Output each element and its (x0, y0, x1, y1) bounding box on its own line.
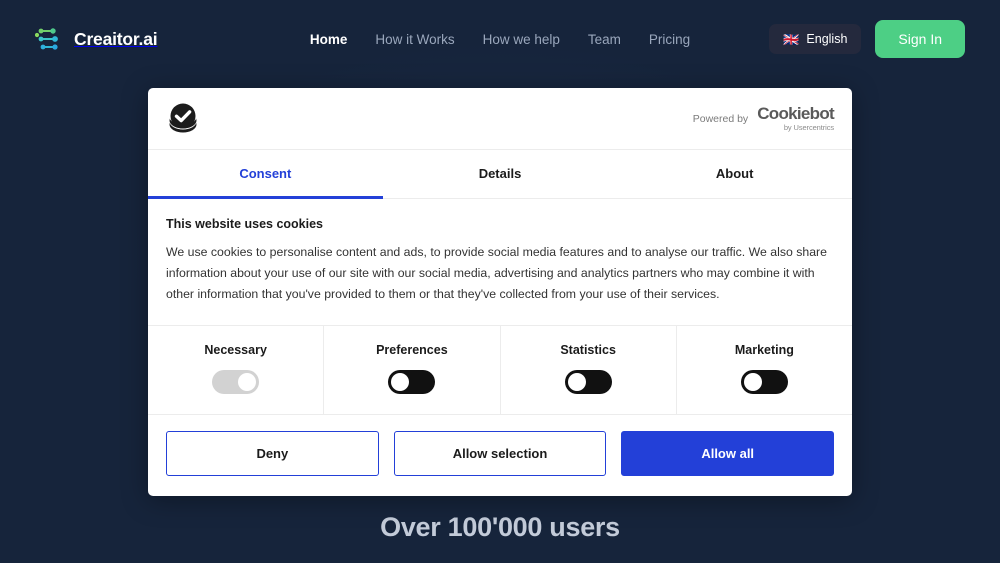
category-label-marketing: Marketing (735, 343, 794, 357)
nav-link-how-we-help[interactable]: How we help (483, 32, 560, 47)
cookiebot-name: Cookiebot (757, 105, 834, 122)
tab-consent[interactable]: Consent (148, 150, 383, 199)
hero-tagline: Over 100'000 users (0, 512, 1000, 543)
allow-selection-button[interactable]: Allow selection (394, 431, 607, 476)
powered-by-label: Powered by (693, 113, 748, 125)
category-label-preferences: Preferences (376, 343, 448, 357)
cookiebot-wordmark: Cookiebot by Usercentrics (757, 105, 834, 132)
dialog-body: This website uses cookies We use cookies… (148, 199, 852, 326)
header-actions: 🇬🇧 English Sign In (769, 20, 965, 58)
cookie-consent-dialog: Powered by Cookiebot by Usercentrics Con… (148, 88, 852, 496)
cookiebot-cookie-check-icon (166, 102, 200, 136)
tab-details[interactable]: Details (383, 150, 618, 199)
powered-by-block: Powered by Cookiebot by Usercentrics (693, 105, 834, 132)
category-label-necessary: Necessary (204, 343, 267, 357)
toggle-necessary (212, 370, 259, 394)
dialog-description: We use cookies to personalise content an… (166, 242, 834, 305)
language-selector[interactable]: 🇬🇧 English (769, 24, 861, 54)
site-header: Creaitor.ai Home How it Works How we hel… (0, 0, 1000, 78)
brand-name: Creaitor.ai (74, 29, 157, 50)
nav-link-home[interactable]: Home (310, 32, 348, 47)
dialog-tabs: Consent Details About (148, 150, 852, 199)
nav-link-team[interactable]: Team (588, 32, 621, 47)
toggle-knob (568, 373, 586, 391)
cookiebot-subtitle: by Usercentrics (784, 123, 834, 132)
toggle-knob (391, 373, 409, 391)
toggle-marketing[interactable] (741, 370, 788, 394)
node-graph-logo-icon (35, 26, 63, 52)
tab-about[interactable]: About (617, 150, 852, 199)
dialog-header: Powered by Cookiebot by Usercentrics (148, 88, 852, 150)
nav-link-pricing[interactable]: Pricing (649, 32, 690, 47)
nav-link-how-it-works[interactable]: How it Works (375, 32, 454, 47)
uk-flag-icon: 🇬🇧 (783, 33, 799, 46)
toggle-knob (238, 373, 256, 391)
category-label-statistics: Statistics (560, 343, 616, 357)
toggle-preferences[interactable] (388, 370, 435, 394)
toggle-knob (744, 373, 762, 391)
toggle-statistics[interactable] (565, 370, 612, 394)
category-preferences: Preferences (324, 326, 500, 414)
brand-logo-link[interactable]: Creaitor.ai (35, 26, 157, 52)
sign-in-button[interactable]: Sign In (875, 20, 965, 58)
deny-button[interactable]: Deny (166, 431, 379, 476)
dialog-actions: Deny Allow selection Allow all (148, 415, 852, 496)
main-nav: Home How it Works How we help Team Prici… (310, 32, 690, 47)
category-statistics: Statistics (501, 326, 677, 414)
allow-all-button[interactable]: Allow all (621, 431, 834, 476)
consent-categories: Necessary Preferences Statistics Marketi… (148, 326, 852, 415)
category-marketing: Marketing (677, 326, 852, 414)
category-necessary: Necessary (148, 326, 324, 414)
dialog-heading: This website uses cookies (166, 217, 834, 231)
language-label: English (806, 32, 847, 46)
